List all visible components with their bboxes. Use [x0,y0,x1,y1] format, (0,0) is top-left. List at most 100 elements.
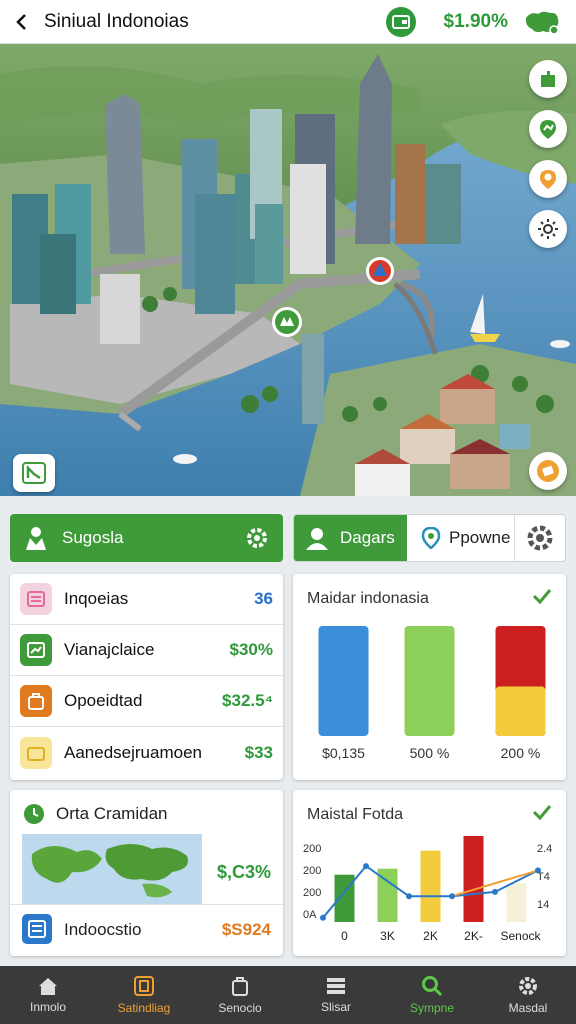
x-tick-label: 3K [380,929,395,943]
y-tick-label: 200 [303,887,321,899]
report-icon [22,914,52,949]
build-button[interactable] [529,60,567,98]
combo-chart-card: Maistal Fotda 200 200 200 0A 2.4 T4 14 0 3K 2K 2K-… [293,790,566,956]
park-marker[interactable] [271,306,303,343]
y-tick-label: 200 [303,843,321,855]
line-point [320,914,326,921]
nav-item-satindliag[interactable]: Satindliag [96,966,192,1024]
nav-label: Inmolo [29,1000,67,1014]
combo-chart-title: Maistal Fotda [307,806,404,823]
bottom-nav: Inmolo Satindliag Senocio Slisar Sympne … [0,966,576,1024]
chart-icon [20,634,52,666]
nav-label: Satindliag [117,1001,171,1015]
back-arrow-icon [16,13,26,30]
build-icon [541,71,555,87]
bar [318,626,369,736]
coin-button[interactable] [529,452,567,490]
y-tick-label: 2.4 [537,843,552,855]
x-tick-label: 0 [341,929,348,943]
nav-item-masdal[interactable]: Masdal [480,966,576,1024]
bag-icon [232,977,248,996]
bar-segment [495,686,546,736]
tab-dagars-label: Dagars [340,528,395,547]
nav-item-slisar[interactable]: Slisar [288,966,384,1024]
map-icon [525,11,559,35]
region-row-value: $S924 [221,920,271,939]
settings-button[interactable] [515,515,565,561]
nav-label: Senocio [218,1001,262,1015]
bar [420,850,441,922]
sun-icon [538,219,558,239]
region-value: $,C3% [216,862,271,882]
back-button[interactable] [0,0,44,44]
list-item-value: $32.5⁴ [222,691,273,710]
y-tick-label: 14 [537,899,549,911]
pin-icon [421,527,441,549]
nav-label: Masdal [508,1001,548,1015]
y-tick-label: 200 [303,865,321,877]
clock-icon [24,804,44,824]
nav-item-senocio[interactable]: Senocio [192,966,288,1024]
warning-marker-icon [366,257,394,285]
bar-label: 200 % [501,745,541,761]
list-item-value: $33 [244,742,273,762]
bar-label: 500 % [410,745,450,761]
people-icon [26,527,46,550]
divider [10,904,283,905]
tab-dagars[interactable]: Dagars [294,515,407,561]
stats-list: Inqoeias 36 Vianajclaice $30% Opoeidtad … [10,574,283,780]
bar [334,874,355,922]
segment-tabs: Dagars Ppowne [293,514,566,562]
gear-icon [519,977,537,995]
route-icon [22,462,46,484]
map-marker-icon [540,170,556,189]
list-item-value: $30% [229,640,273,659]
list-icon [327,978,345,994]
folder-icon [20,736,52,769]
bar-label: $0,135 [322,745,365,761]
list-item[interactable]: Aanedsejruamoen $33 [10,727,283,778]
bar [463,836,484,922]
bag-icon [20,685,52,717]
bar [506,883,527,922]
list-item-label: Opoeidtad [64,691,143,710]
list-item-label: Vianajclaice [64,640,155,659]
wallet-icon [391,14,410,29]
marker-button[interactable] [529,160,567,198]
nav-item-inmolo[interactable]: Inmolo [0,966,96,1024]
sugosla-tab[interactable]: Sugosla [10,514,283,562]
tab-ppowne[interactable]: Ppowne [407,515,515,561]
route-button[interactable] [13,454,55,492]
wallet-button[interactable] [385,6,416,37]
list-item[interactable]: Opoeidtad $32.5⁴ [10,676,283,727]
city-map[interactable] [0,44,576,496]
location-button[interactable] [529,110,567,148]
gear-icon[interactable] [245,526,269,550]
line-point [535,867,541,874]
nav-item-sympne[interactable]: Sympne [384,966,480,1024]
x-tick-label: 2K [423,929,438,943]
line-point [363,863,369,870]
region-title: Orta Cramidan [56,804,168,823]
bar-chart: $0,135 500 % 200 % [318,626,546,761]
list-item-value: 36 [254,589,273,608]
warning-marker[interactable] [365,256,395,291]
bar-chart-title: Maidar indonasia [307,590,429,607]
search-icon [422,976,443,997]
list-item[interactable]: Vianajclaice $30% [10,625,283,676]
bar-chart-card: Maidar indonasia $0,135 500 % 200 % [293,574,566,780]
region-row-label: Indoocstio [64,920,142,939]
list-item[interactable]: Inqoeias 36 [10,574,283,625]
document-icon [20,583,52,615]
nav-label: Sympne [409,1001,455,1015]
city-map-illustration [0,44,576,496]
weather-button[interactable] [529,210,567,248]
mini-map-button[interactable] [522,7,562,37]
y-tick-label: 0A [303,909,317,921]
world-map-icon [22,834,202,904]
list-item-label: Inqoeias [64,589,129,608]
location-pin-icon [540,120,556,139]
x-tick-label: Senock [500,929,541,943]
building-icon [134,976,154,996]
sugosla-tab-label: Sugosla [62,528,124,547]
